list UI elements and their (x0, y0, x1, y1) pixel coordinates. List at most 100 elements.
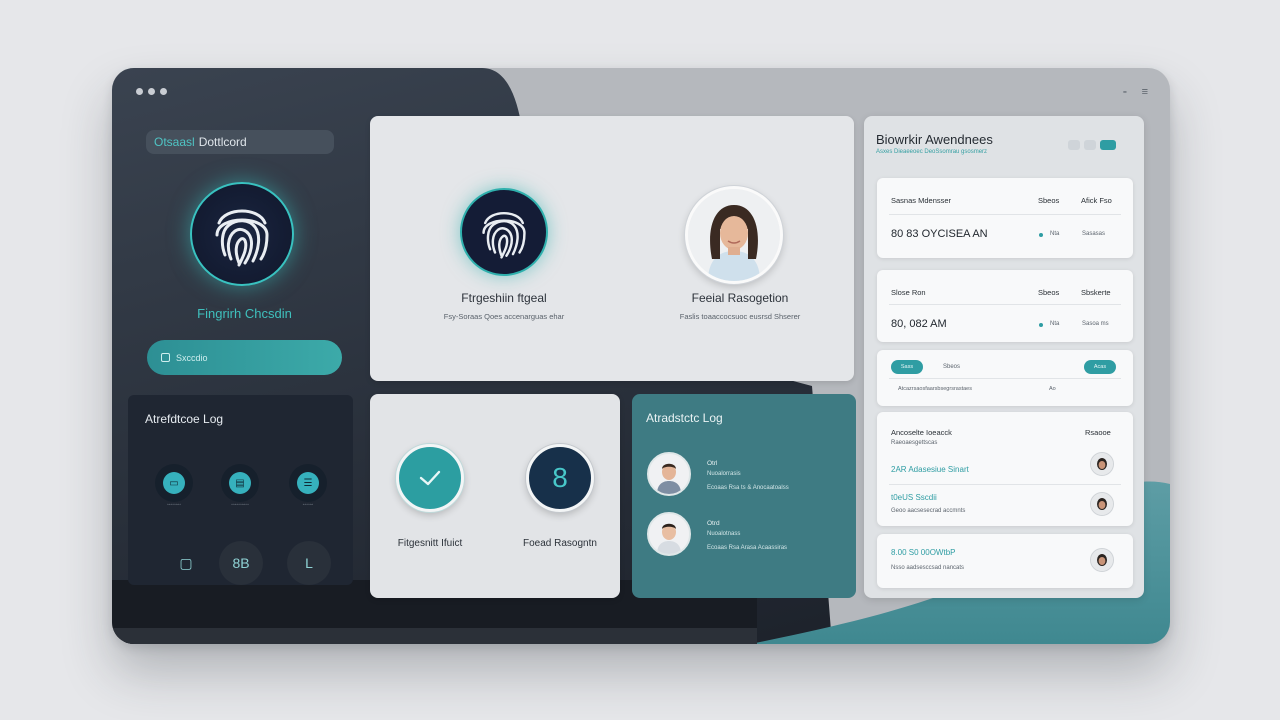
divider (889, 484, 1121, 485)
user-avatar-icon (1091, 493, 1113, 515)
activity-subheader: Raeoaesgettscas (891, 440, 938, 446)
check-icon (419, 470, 441, 486)
biometric-attendance-panel: Biowrkir Awendnees Asxes Dieaeeoec DeoSs… (864, 116, 1144, 598)
fingerprint-scanner[interactable] (190, 182, 294, 286)
row-extra: Sasasas (1082, 231, 1106, 237)
search-input-placeholder: Sxccdio (176, 352, 208, 363)
divider (889, 214, 1121, 215)
toggle-option[interactable] (1084, 140, 1096, 150)
toggle-option-active[interactable] (1100, 140, 1116, 150)
log-entry-detail: Ecoaas Rsa Arasa Acaassiras (707, 545, 788, 551)
avatar[interactable] (1090, 548, 1114, 572)
attendance-log-dark: Atrefdtcoe Log ▭ ◦◦◦◦◦◦◦◦ ▤ ◦◦◦◦◦◦◦◦◦◦ ☰… (128, 395, 353, 585)
row-header: Sbeos (1038, 288, 1060, 297)
window-dot[interactable] (136, 88, 143, 95)
toggle-option[interactable] (1068, 140, 1080, 150)
facial-recognition-label: Feeial Rasogetion (691, 291, 789, 305)
log-caption: ◦◦◦◦◦◦ (302, 502, 314, 508)
filter-bar: Sass Sbeos Acas Atcazrsaosfaarsbsegrsras… (877, 350, 1133, 406)
window-dot[interactable] (160, 88, 167, 95)
bottom-nav-icon[interactable]: ▢ (164, 541, 208, 585)
background-floor-edge (112, 628, 757, 644)
user-avatar-icon (1091, 453, 1113, 475)
filter-chip[interactable]: Acas (1084, 360, 1116, 374)
avatar[interactable] (647, 512, 691, 556)
divider (889, 378, 1121, 379)
verification-status-card: 8 Fitgesnitt Ifuict Foead Rasogntn (370, 394, 620, 598)
face-scan-button[interactable]: 8 (526, 444, 594, 512)
attendance-log-title: Atrefdtcoe Log (145, 412, 224, 426)
row-status: Nta (1050, 321, 1060, 327)
menu-icon[interactable]: ≡ (1142, 86, 1148, 99)
input-icon (161, 353, 170, 362)
user-avatar-icon (649, 454, 689, 494)
facial-recognition-sub: Faslis toaaccocsuoc eusrsd Shserer (679, 312, 801, 321)
row-value: 80, 082 AM (891, 318, 947, 330)
row-header: Sbeos (1038, 196, 1060, 205)
row-status: Nta (1050, 231, 1060, 237)
filter-label[interactable]: Sbeos (943, 364, 960, 370)
attendance-log-card-title: Atradstctc Log (646, 411, 723, 425)
activity-card: Ancoselte Ioeacck Raeoaesgettscas Rsaooe… (877, 412, 1133, 526)
bottom-nav-icon[interactable]: 8B (219, 541, 263, 585)
view-toggle[interactable] (1068, 140, 1128, 150)
activity-item-sub: Nsso aadsesccsad nancats (891, 565, 965, 571)
avatar[interactable] (1090, 452, 1114, 476)
face-recognition-label: Foead Rasogntn (523, 538, 597, 549)
minimize-icon[interactable]: ⁃ (1122, 86, 1128, 99)
log-device-icon[interactable]: ▤ (221, 464, 259, 502)
activity-card[interactable]: 8.00 S0 00OWtbP Nsso aadsesccsad nancats (877, 534, 1133, 588)
filter-description: Atcazrsaosfaarsbsegrsrastaes (898, 386, 972, 392)
app-window: ⁃ ≡ Otsaasl Dottlcord Fingrirh Chcsdin Sx… (112, 68, 1170, 644)
bottom-nav-icon[interactable]: L (287, 541, 331, 585)
status-dot (1039, 233, 1043, 237)
log-device-icon[interactable]: ▭ (155, 464, 193, 502)
avatar[interactable] (647, 452, 691, 496)
fingerprint-check-label: Fingrirh Chcsdin (197, 306, 292, 321)
activity-item-sub: Geoo aacsesecrad accmnts (891, 508, 966, 514)
filter-chip[interactable]: Sass (891, 360, 923, 374)
window-top-right: ⁃ ≡ (1122, 86, 1148, 99)
row-extra: Sasoa ms (1082, 321, 1109, 327)
filter-mini: Ao (1049, 386, 1056, 392)
row-header: Afick Fso (1081, 196, 1112, 205)
search-input[interactable]: Sxccdio (147, 340, 342, 375)
activity-item-title[interactable]: t0eUS Sscdii (891, 493, 937, 502)
activity-header-right: Rsaooe (1085, 428, 1111, 437)
log-entry-role: Nuoalorrasis (707, 471, 741, 477)
dashboard-title-accent: Otsaasl (154, 135, 195, 149)
fingerprint-button[interactable] (460, 188, 548, 276)
attendance-row-card[interactable]: Sasnas Mdensser Sbeos Afick Fso 80 83 OY… (877, 178, 1133, 258)
panel-title: Biowrkir Awendnees (876, 132, 993, 147)
user-avatar-icon (649, 514, 689, 554)
log-entry-name: Otrd (707, 520, 720, 527)
fingerprint-verified-button[interactable] (396, 444, 464, 512)
row-header: Sasnas Mdensser (891, 196, 952, 205)
dashboard-title: Otsaasl Dottlcord (146, 130, 334, 154)
fingerprint-icon (215, 209, 269, 267)
row-header: Slose Ron (891, 288, 926, 297)
user-avatar-icon (1091, 549, 1113, 571)
panel-subtitle: Asxes Dieaeeoec DeoSsomrau gsosmerz (876, 149, 988, 155)
log-caption: ◦◦◦◦◦◦◦◦ (166, 502, 182, 508)
attendance-row-card[interactable]: Slose Ron Sbeos Sbskerte 80, 082 AM Nta … (877, 270, 1133, 342)
window-dot[interactable] (148, 88, 155, 95)
facial-recognition-button[interactable] (685, 186, 783, 284)
row-header: Sbskerte (1081, 288, 1111, 297)
activity-item-title[interactable]: 2AR Adasesiue Sinart (891, 465, 969, 474)
log-entry-name: Otrl (707, 460, 718, 467)
biometric-methods-card: Ftrgeshiin ftgeal Fsy-Soraas Qoes accena… (370, 116, 854, 381)
status-dot (1039, 323, 1043, 327)
divider (889, 304, 1121, 305)
log-device-icon[interactable]: ☰ (289, 464, 327, 502)
toggle-option[interactable] (1120, 140, 1128, 150)
fingerprint-input-label: Fitgesnitt Ifuict (397, 538, 463, 549)
window-controls (136, 88, 167, 95)
avatar[interactable] (1090, 492, 1114, 516)
log-entry-role: Nuoalotnass (707, 531, 741, 537)
activity-header: Ancoselte Ioeacck (891, 428, 952, 437)
activity-item-title: 8.00 S0 00OWtbP (891, 548, 956, 557)
fingerprint-method-label: Ftrgeshiin ftgeal (461, 291, 547, 305)
attendance-log-card: Atradstctc Log Otrl Nuoalorrasis Ecoaas … (632, 394, 856, 598)
log-entry-detail: Ecoaas Rsa ts & Anocaatoalss (707, 485, 789, 491)
